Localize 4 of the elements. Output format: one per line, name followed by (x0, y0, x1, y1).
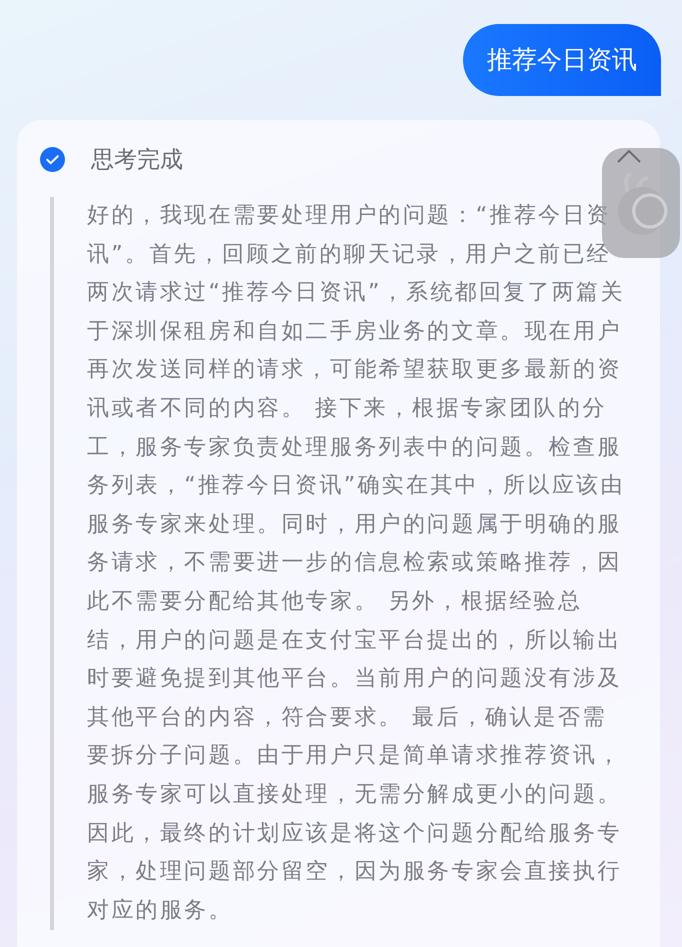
thinking-text: 好的，我现在需要处理用户的问题：“推荐今日资讯”。首先，回顾之前的聊天记录，用户之前已经两次请求过“推荐今日资讯”，系统都回复了两篇关于深圳保租房和自如二手房业务的文章。现在用户再次发送同样的请求，可能希望获取更多最新的资讯或者不同的内容。 接下来，根据专家团队的分工，服务专家负责处理服务列表中的问题。检查服务列表，“推荐今日资讯”确实在其中，所以应该由服务专家来处理。同时，用户的问题属于明确的服务请求，不需要进一步的信息检索或策略推荐，因此不需要分配给其他专家。 另外，根据经验总结，用户的问题是在支付宝平台提出的，所以输出时要避免提到其他平台。当前用户的问题没有涉及其他平台的内容，符合要求。 最后，确认是否需要拆分子问题。由于用户只是简单请求推荐资讯，服务专家可以直接处理，无需分解成更小的问题。因此，最终的计划应该是将这个问题分配给服务专家，处理问题部分留空，因为服务专家会直接执行对应的服务。 (87, 202, 626, 925)
chevron-up-icon[interactable] (616, 148, 642, 164)
status-title: 思考完成 (91, 146, 183, 175)
message-bubble: 推荐今日资讯 (463, 24, 661, 96)
